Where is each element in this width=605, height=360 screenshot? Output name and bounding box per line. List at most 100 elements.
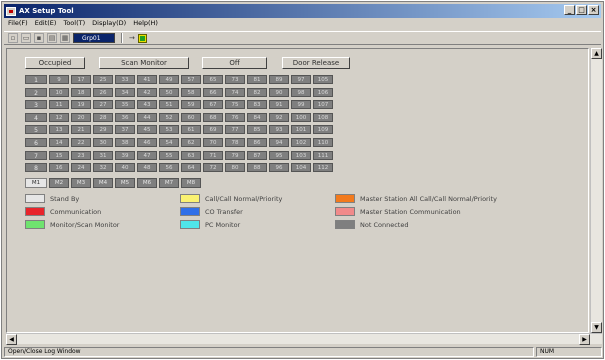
station-cell[interactable]: 14 (49, 138, 69, 147)
station-cell[interactable]: 16 (49, 163, 69, 173)
station-cell[interactable]: 41 (137, 75, 157, 84)
station-cell[interactable]: 45 (137, 125, 157, 135)
station-cell[interactable]: 13 (49, 125, 69, 135)
scroll-left-icon[interactable]: ◀ (6, 334, 17, 345)
station-cell[interactable]: 106 (313, 87, 333, 97)
station-cell[interactable]: 57 (181, 75, 201, 84)
station-cell[interactable]: 43 (137, 100, 157, 110)
station-cell[interactable]: 19 (71, 100, 91, 110)
station-cell[interactable]: 69 (203, 125, 223, 135)
station-cell[interactable]: 29 (93, 125, 113, 135)
station-cell[interactable]: 75 (225, 100, 245, 110)
station-cell[interactable]: 35 (115, 100, 135, 110)
station-cell[interactable]: 22 (71, 138, 91, 147)
station-cell[interactable]: 79 (225, 150, 245, 160)
station-cell[interactable]: 18 (71, 87, 91, 97)
station-cell[interactable]: 40 (115, 163, 135, 173)
row-header[interactable]: 3 (25, 100, 47, 110)
master-station-cell[interactable]: M4 (93, 178, 113, 188)
menu-edit[interactable]: Edit(E) (35, 19, 57, 30)
station-cell[interactable]: 32 (93, 163, 113, 173)
row-header[interactable]: 4 (25, 112, 47, 122)
station-cell[interactable]: 64 (181, 163, 201, 173)
menu-tool[interactable]: Tool(T) (63, 19, 85, 30)
station-cell[interactable]: 49 (159, 75, 179, 84)
station-cell[interactable]: 67 (203, 100, 223, 110)
scroll-right-icon[interactable]: ▶ (579, 334, 590, 345)
station-cell[interactable]: 61 (181, 125, 201, 135)
scan-monitor-button[interactable]: Scan Monitor (99, 57, 189, 69)
station-cell[interactable]: 86 (247, 138, 267, 147)
station-cell[interactable]: 56 (159, 163, 179, 173)
station-cell[interactable]: 78 (225, 138, 245, 147)
station-cell[interactable]: 23 (71, 150, 91, 160)
station-cell[interactable]: 103 (291, 150, 311, 160)
master-station-cell[interactable]: M2 (49, 178, 69, 188)
station-cell[interactable]: 11 (49, 100, 69, 110)
station-cell[interactable]: 17 (71, 75, 91, 84)
save-icon[interactable]: ▪ (34, 33, 44, 43)
station-cell[interactable]: 81 (247, 75, 267, 84)
station-cell[interactable]: 108 (313, 112, 333, 122)
off-button[interactable]: Off (202, 57, 267, 69)
station-cell[interactable]: 96 (269, 163, 289, 173)
station-cell[interactable]: 110 (313, 138, 333, 147)
station-cell[interactable]: 71 (203, 150, 223, 160)
station-cell[interactable]: 20 (71, 112, 91, 122)
scroll-down-icon[interactable]: ▼ (591, 322, 602, 333)
station-cell[interactable]: 54 (159, 138, 179, 147)
master-station-cell[interactable]: M1 (25, 178, 47, 188)
station-cell[interactable]: 94 (269, 138, 289, 147)
station-cell[interactable]: 39 (115, 150, 135, 160)
station-cell[interactable]: 60 (181, 112, 201, 122)
master-station-cell[interactable]: M8 (181, 178, 201, 188)
station-cell[interactable]: 15 (49, 150, 69, 160)
station-cell[interactable]: 102 (291, 138, 311, 147)
station-cell[interactable]: 111 (313, 150, 333, 160)
station-cell[interactable]: 51 (159, 100, 179, 110)
station-cell[interactable]: 25 (93, 75, 113, 84)
station-cell[interactable]: 80 (225, 163, 245, 173)
station-cell[interactable]: 37 (115, 125, 135, 135)
station-cell[interactable]: 53 (159, 125, 179, 135)
scroll-up-icon[interactable]: ▲ (591, 48, 602, 59)
station-cell[interactable]: 28 (93, 112, 113, 122)
station-cell[interactable]: 48 (137, 163, 157, 173)
station-cell[interactable]: 9 (49, 75, 69, 84)
station-cell[interactable]: 44 (137, 112, 157, 122)
station-cell[interactable]: 76 (225, 112, 245, 122)
station-cell[interactable]: 97 (291, 75, 311, 84)
settings-icon[interactable]: ▦ (60, 33, 70, 43)
station-cell[interactable]: 68 (203, 112, 223, 122)
station-cell[interactable]: 88 (247, 163, 267, 173)
station-cell[interactable]: 55 (159, 150, 179, 160)
station-cell[interactable]: 52 (159, 112, 179, 122)
station-cell[interactable]: 72 (203, 163, 223, 173)
row-header[interactable]: 7 (25, 150, 47, 160)
station-cell[interactable]: 46 (137, 138, 157, 147)
station-cell[interactable]: 73 (225, 75, 245, 84)
station-cell[interactable]: 10 (49, 87, 69, 97)
new-file-icon[interactable]: ▫ (8, 33, 18, 43)
row-header[interactable]: 2 (25, 87, 47, 97)
station-cell[interactable]: 98 (291, 87, 311, 97)
connect-icon[interactable] (137, 33, 147, 43)
minimize-button[interactable]: _ (564, 5, 575, 15)
station-cell[interactable]: 27 (93, 100, 113, 110)
row-header[interactable]: 8 (25, 163, 47, 173)
station-cell[interactable]: 112 (313, 163, 333, 173)
station-cell[interactable]: 65 (203, 75, 223, 84)
station-cell[interactable]: 90 (269, 87, 289, 97)
master-station-cell[interactable]: M7 (159, 178, 179, 188)
station-cell[interactable]: 84 (247, 112, 267, 122)
station-cell[interactable]: 50 (159, 87, 179, 97)
print-icon[interactable]: ▤ (47, 33, 57, 43)
station-cell[interactable]: 87 (247, 150, 267, 160)
station-cell[interactable]: 99 (291, 100, 311, 110)
station-cell[interactable]: 77 (225, 125, 245, 135)
station-cell[interactable]: 104 (291, 163, 311, 173)
station-cell[interactable]: 89 (269, 75, 289, 84)
station-cell[interactable]: 12 (49, 112, 69, 122)
station-cell[interactable]: 70 (203, 138, 223, 147)
station-cell[interactable]: 85 (247, 125, 267, 135)
